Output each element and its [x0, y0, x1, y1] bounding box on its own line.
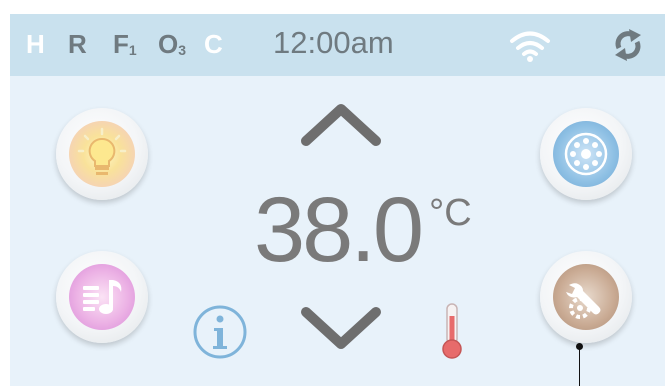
- clock-display[interactable]: 12:00am: [273, 27, 394, 58]
- indicator-r: R: [68, 29, 87, 59]
- temperature-value: 38.0: [254, 179, 424, 281]
- settings-wrench-icon: [566, 283, 601, 319]
- indicator-c: C: [204, 29, 223, 59]
- callout-pointer-line: [579, 346, 580, 386]
- lightbulb-icon: [77, 127, 127, 175]
- spa-control-screen: H R F1 O3 C 12:00am 38.0 °C: [10, 14, 665, 386]
- chevron-down-icon[interactable]: [296, 304, 386, 354]
- thermometer-icon: [442, 303, 462, 359]
- temperature-unit: °C: [429, 192, 472, 234]
- music-button[interactable]: [56, 251, 148, 343]
- jets-button[interactable]: [540, 108, 632, 200]
- chevron-up-icon[interactable]: [296, 99, 386, 149]
- status-bar: H R F1 O3 C 12:00am: [10, 14, 665, 76]
- indicator-h: H: [26, 29, 45, 59]
- light-button[interactable]: [56, 108, 148, 200]
- info-icon[interactable]: [190, 304, 250, 360]
- jets-icon: [564, 132, 608, 176]
- sync-icon[interactable]: [611, 28, 645, 62]
- music-icon: [83, 280, 122, 314]
- indicator-f1: F1: [113, 29, 137, 59]
- wifi-icon[interactable]: [508, 29, 552, 63]
- indicator-o3: O3: [158, 29, 186, 59]
- settings-button[interactable]: [540, 251, 632, 343]
